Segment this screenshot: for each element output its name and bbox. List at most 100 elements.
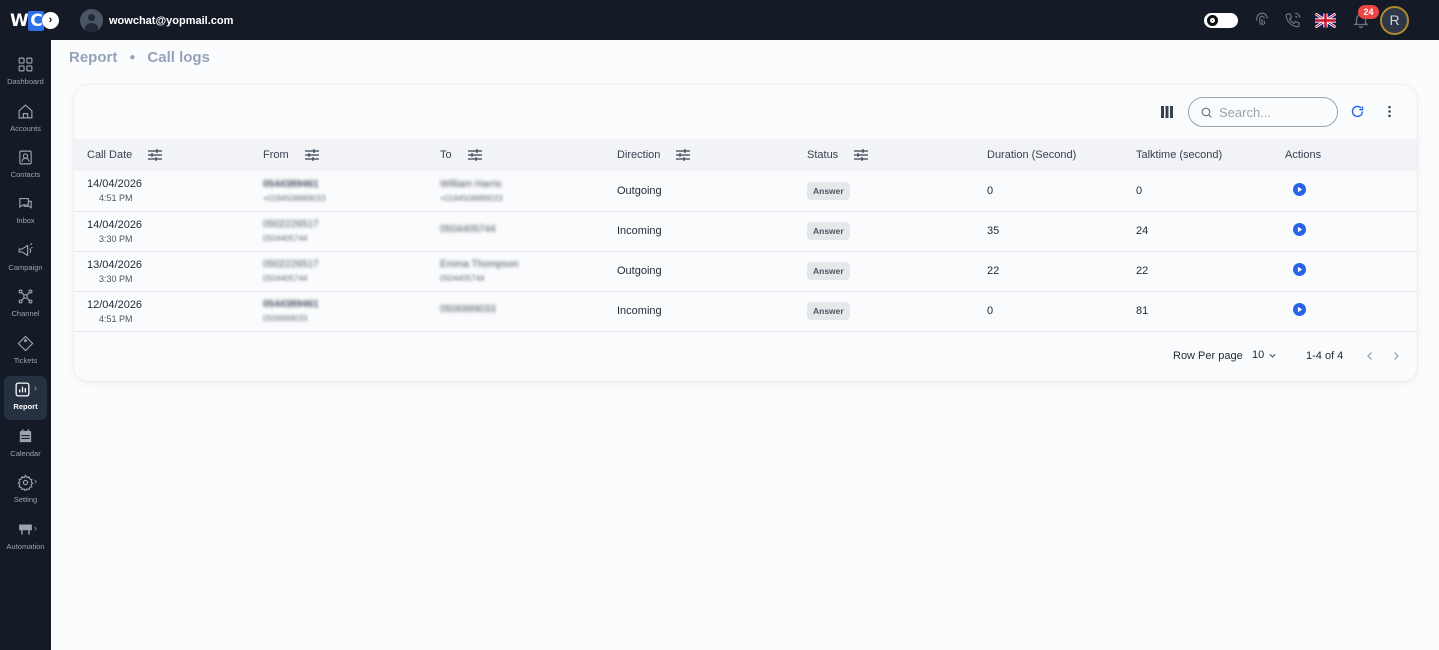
refresh-icon[interactable] bbox=[1350, 104, 1365, 119]
sidebar-item-calendar[interactable]: Calendar bbox=[0, 423, 51, 467]
uk-flag-icon[interactable] bbox=[1315, 13, 1336, 28]
sidebar-item-label: Campaign bbox=[8, 263, 43, 272]
search-input[interactable] bbox=[1219, 104, 1329, 120]
previous-page-icon[interactable] bbox=[1364, 350, 1376, 362]
column-header-duration: Duration (Second) bbox=[987, 149, 1077, 161]
phone-call-icon[interactable] bbox=[1284, 11, 1302, 29]
cell-actions bbox=[1285, 251, 1417, 291]
dashboard-icon bbox=[18, 57, 33, 72]
cell-to: William Harris +0184508889033 bbox=[440, 178, 503, 203]
chevron-right-icon: › bbox=[34, 383, 37, 393]
cell-talktime: 0 bbox=[1136, 184, 1143, 197]
sidebar-item-contacts[interactable]: Contacts bbox=[0, 144, 51, 188]
sidebar-expand-button[interactable]: › bbox=[42, 12, 59, 29]
filter-sliders-icon[interactable] bbox=[148, 149, 163, 161]
column-header-call-date: Call Date bbox=[74, 139, 263, 171]
contact-card-icon bbox=[19, 150, 32, 165]
search-field[interactable] bbox=[1188, 97, 1338, 127]
cell-direction: Incoming bbox=[617, 225, 662, 237]
report-chart-icon bbox=[15, 382, 30, 397]
megaphone-icon bbox=[18, 243, 33, 257]
cell-call-date: 12/04/2026 4:51 PM bbox=[87, 298, 143, 324]
user-chip[interactable]: wowchat@yopmail.com bbox=[80, 9, 233, 32]
cell-talktime: 22 bbox=[1136, 265, 1149, 277]
cell-from: 0502226517 0504405744 bbox=[263, 259, 319, 283]
breadcrumb-parent[interactable]: Report bbox=[69, 49, 117, 66]
table-row: 12/04/2026 4:51 PM 0544389461 0506999033 0… bbox=[74, 291, 1417, 331]
sidebar-item-label: Channel bbox=[11, 309, 40, 318]
sidebar-item-inbox[interactable]: Inbox bbox=[0, 190, 51, 234]
sidebar-item-label: Accounts bbox=[10, 124, 41, 133]
cell-actions bbox=[1285, 171, 1417, 211]
filter-sliders-icon[interactable] bbox=[467, 149, 482, 161]
cell-duration: 0 bbox=[987, 305, 994, 317]
sidebar-item-label: Contacts bbox=[10, 170, 41, 179]
sidebar-item-campaign[interactable]: Campaign bbox=[0, 237, 51, 281]
filter-sliders-icon[interactable] bbox=[304, 149, 319, 161]
rows-per-page-select[interactable]: 10 bbox=[1252, 349, 1277, 361]
profile-avatar[interactable]: R bbox=[1380, 6, 1409, 35]
user-email: wowchat@yopmail.com bbox=[109, 14, 234, 27]
table-header-row: Call Date From To Direction Status Durat… bbox=[74, 139, 1417, 171]
cell-actions bbox=[1285, 291, 1417, 331]
sidebar-item-report[interactable]: › Report bbox=[4, 376, 47, 420]
top-bar: WC › wowchat@yopmail.com 24 R bbox=[0, 0, 1439, 40]
cell-call-date: 13/04/2026 3:30 PM bbox=[87, 258, 143, 284]
columns-icon[interactable] bbox=[1160, 105, 1174, 119]
breadcrumb-separator: ● bbox=[129, 52, 136, 63]
cell-duration: 35 bbox=[987, 225, 1000, 237]
column-header-from: From bbox=[263, 139, 440, 171]
sidebar-item-label: Setting bbox=[13, 495, 38, 504]
column-header-actions: Actions bbox=[1285, 149, 1322, 161]
notification-badge: 24 bbox=[1358, 5, 1379, 19]
breadcrumb-current: Call logs bbox=[147, 49, 210, 66]
cell-status: Answer bbox=[807, 291, 987, 331]
cell-from: 0502226517 0504405744 bbox=[263, 219, 319, 243]
calendar-icon bbox=[19, 429, 32, 443]
play-icon[interactable] bbox=[1293, 182, 1306, 196]
filter-sliders-icon[interactable] bbox=[854, 149, 869, 161]
filter-sliders-icon[interactable] bbox=[676, 149, 691, 161]
status-badge: Answer bbox=[807, 222, 850, 240]
status-badge: Answer bbox=[807, 181, 850, 200]
cell-direction: Outgoing bbox=[617, 265, 662, 277]
cell-actions bbox=[1285, 211, 1417, 251]
sidebar-item-dashboard[interactable]: Dashboard bbox=[0, 51, 51, 95]
automation-icon bbox=[19, 524, 32, 535]
more-vertical-icon[interactable] bbox=[1382, 104, 1397, 119]
sidebar-item-accounts[interactable]: Accounts bbox=[0, 98, 51, 142]
sidebar-item-setting[interactable]: › Setting bbox=[0, 469, 51, 513]
app-logo[interactable]: WC bbox=[10, 11, 45, 31]
table-row: 14/04/2026 4:51 PM 0544389461 +01845088890… bbox=[74, 171, 1417, 211]
cell-to: Emma Thompson 0504405744 bbox=[440, 259, 519, 283]
sidebar-item-label: Tickets bbox=[13, 356, 38, 365]
sidebar-item-label: Dashboard bbox=[7, 77, 44, 86]
column-header-direction: Direction bbox=[617, 139, 807, 171]
sidebar-item-tickets[interactable]: Tickets bbox=[0, 330, 51, 374]
chevron-right-icon: › bbox=[34, 523, 37, 533]
sidebar-item-label: Inbox bbox=[16, 216, 35, 225]
play-icon[interactable] bbox=[1293, 303, 1306, 316]
chevron-right-icon: › bbox=[34, 476, 37, 486]
column-header-talktime: Talktime (second) bbox=[1136, 149, 1223, 161]
sidebar-item-automation[interactable]: › Automation bbox=[0, 516, 51, 560]
gear-icon bbox=[17, 474, 34, 491]
cell-direction: Outgoing bbox=[617, 184, 662, 197]
theme-toggle[interactable] bbox=[1204, 13, 1238, 28]
cell-to: 0504405744 bbox=[440, 223, 496, 235]
fingerprint-icon[interactable] bbox=[1253, 11, 1271, 29]
network-icon bbox=[18, 289, 33, 304]
play-icon[interactable] bbox=[1293, 263, 1306, 276]
play-icon[interactable] bbox=[1293, 223, 1306, 236]
sidebar-item-channel[interactable]: Channel bbox=[0, 283, 51, 327]
home-icon bbox=[18, 104, 33, 119]
user-avatar-icon bbox=[80, 9, 103, 32]
rows-per-page-value: 10 bbox=[1252, 349, 1265, 361]
next-page-icon[interactable] bbox=[1390, 350, 1402, 362]
chat-icon bbox=[19, 197, 32, 209]
cell-talktime: 81 bbox=[1136, 305, 1149, 317]
breadcrumb: Report ● Call logs bbox=[69, 49, 210, 66]
cell-duration: 22 bbox=[987, 265, 1000, 277]
column-header-to: To bbox=[440, 139, 617, 171]
cell-status: Answer bbox=[807, 171, 987, 211]
